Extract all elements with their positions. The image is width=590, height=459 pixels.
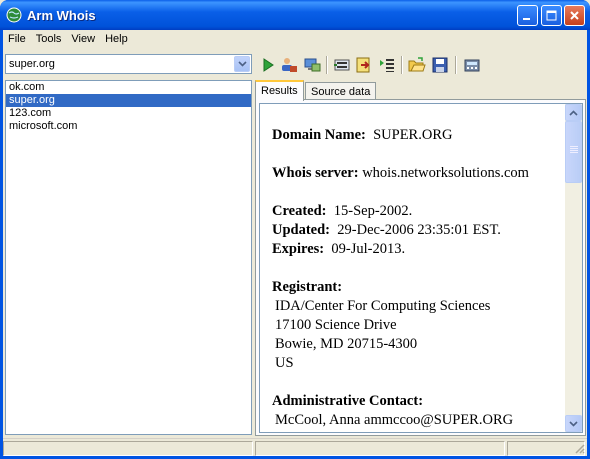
domain-name-value: SUPER.ORG	[373, 127, 453, 143]
scroll-down-button[interactable]	[565, 415, 582, 432]
minimize-button[interactable]	[517, 5, 538, 26]
open-button[interactable]	[406, 54, 428, 76]
menu-bar: File Tools View Help	[3, 30, 587, 49]
created-label: Created:	[272, 203, 327, 219]
chevron-down-icon	[569, 420, 578, 427]
registrant-line: Bowie, MD 20715-4300	[275, 336, 418, 352]
menu-help[interactable]: Help	[100, 30, 133, 49]
chevron-up-icon	[569, 109, 578, 116]
network-button[interactable]	[301, 54, 323, 76]
save-icon	[432, 57, 448, 73]
run-icon	[263, 58, 274, 72]
maximize-icon	[546, 10, 557, 21]
list-item[interactable]: ok.com	[6, 81, 251, 94]
minimize-icon	[523, 18, 530, 20]
chevron-down-icon	[237, 61, 247, 67]
run-button[interactable]	[257, 54, 279, 76]
updated-label: Updated:	[272, 222, 331, 238]
admin-contact-line: McCool, Anna ammccoo@SUPER.ORG	[275, 412, 514, 428]
list-item-selected[interactable]: super.org	[6, 94, 251, 107]
globe-icon	[6, 7, 22, 23]
resize-grip-icon[interactable]	[573, 442, 585, 454]
toolbar-separator	[401, 56, 403, 74]
user-lookup-icon	[282, 58, 297, 72]
registrant-line: 17100 Science Drive	[275, 317, 397, 333]
title-bar[interactable]: Arm Whois	[0, 0, 590, 30]
created-value: 15-Sep-2002.	[333, 203, 413, 219]
menu-file[interactable]: File	[3, 30, 31, 49]
user-lookup-button[interactable]	[278, 54, 300, 76]
results-scrollbar[interactable]	[565, 104, 582, 432]
list-item[interactable]: microsoft.com	[6, 120, 251, 133]
list-icon	[380, 59, 394, 72]
domain-list[interactable]: ok.com super.org 123.com microsoft.com	[5, 80, 252, 435]
admin-contact-heading: Administrative Contact:	[272, 393, 424, 409]
maximize-button[interactable]	[541, 5, 562, 26]
expires-value: 09-Jul-2013.	[331, 241, 406, 257]
save-button[interactable]	[429, 54, 451, 76]
status-panel	[255, 441, 505, 456]
domain-name-row: Domain Name: SUPER.ORG	[272, 126, 564, 145]
close-button[interactable]	[564, 5, 585, 26]
toolbar: super.org	[3, 51, 587, 77]
client-area: File Tools View Help super.org ok.com su…	[3, 30, 587, 456]
server-button[interactable]	[331, 54, 353, 76]
export-icon	[356, 57, 370, 73]
whois-server-value: whois.networksolutions.com	[362, 165, 529, 181]
updated-value: 29-Dec-2006 23:35:01 EST.	[337, 222, 501, 238]
export-button[interactable]	[353, 54, 375, 76]
toolbar-separator	[455, 56, 457, 74]
server-icon	[334, 59, 350, 71]
whois-server-row: Whois server: whois.networksolutions.com	[272, 164, 564, 183]
menu-tools[interactable]: Tools	[31, 30, 67, 49]
whois-record: Domain Name: SUPER.ORG Whois server: who…	[272, 126, 564, 430]
registrant-line: IDA/Center For Computing Sciences	[275, 298, 491, 314]
results-panel: Domain Name: SUPER.ORG Whois server: who…	[255, 99, 586, 436]
combo-dropdown-button[interactable]	[234, 56, 250, 72]
menu-view[interactable]: View	[66, 30, 100, 49]
list-button[interactable]	[376, 54, 398, 76]
list-item[interactable]: 123.com	[6, 107, 251, 120]
domain-combo[interactable]: super.org	[5, 54, 252, 74]
open-folder-icon	[408, 57, 426, 72]
calculator-button[interactable]	[461, 54, 483, 76]
scroll-thumb[interactable]	[565, 121, 582, 183]
domain-name-label: Domain Name:	[272, 127, 366, 143]
status-bar	[3, 438, 587, 456]
expires-label: Expires:	[272, 241, 325, 257]
scroll-up-button[interactable]	[565, 104, 582, 121]
status-panel	[3, 441, 253, 456]
tab-results[interactable]: Results	[255, 80, 304, 101]
whois-server-label: Whois server:	[272, 165, 359, 181]
toolbar-separator	[326, 56, 328, 74]
domain-input[interactable]: super.org	[9, 58, 55, 70]
window-title: Arm Whois	[27, 8, 96, 23]
registrant-line: US	[275, 355, 294, 371]
created-row: Created: 15-Sep-2002.	[272, 202, 564, 221]
calculator-icon	[464, 59, 480, 72]
registrant-heading: Registrant:	[272, 279, 343, 295]
updated-row: Updated: 29-Dec-2006 23:35:01 EST.	[272, 221, 564, 240]
close-icon	[570, 11, 579, 20]
results-document[interactable]: Domain Name: SUPER.ORG Whois server: who…	[259, 103, 583, 433]
expires-row: Expires: 09-Jul-2013.	[272, 240, 564, 259]
network-icon	[304, 58, 321, 72]
app-window: Arm Whois File Tools View Help super.org	[0, 0, 590, 459]
